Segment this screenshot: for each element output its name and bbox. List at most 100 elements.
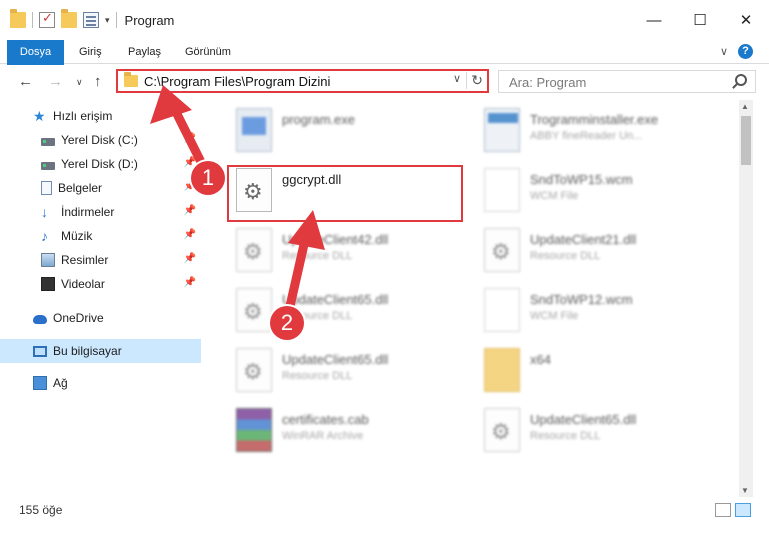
list-item[interactable]: x64 (476, 342, 716, 398)
maximize-button[interactable]: ☐ (677, 0, 723, 40)
status-bar: 155 öğe (0, 497, 769, 535)
sidebar-item-disk-c[interactable]: Yerel Disk (C:) 📌 (0, 128, 201, 152)
refresh-icon[interactable]: ↻ (466, 72, 483, 89)
sidebar-item-label: İndirmeler (61, 205, 115, 219)
toolbar-divider (115, 12, 117, 28)
quick-access-toolbar: ▾ (0, 0, 117, 40)
quick-access-star-icon: ★ (33, 108, 46, 124)
videos-icon (41, 277, 55, 291)
file-name: Trogramminstaller.exe (530, 112, 659, 127)
exe-icon (236, 108, 272, 152)
list-item[interactable]: UpdateClient65.dll Resource DLL (228, 342, 468, 398)
window-title: Program (124, 12, 175, 28)
back-arrow-icon[interactable]: ← (18, 73, 33, 90)
file-name: UpdateClient65.dll (282, 292, 389, 307)
list-item[interactable]: UpdateClient42.dll Resource DLL (228, 222, 468, 278)
list-item[interactable]: certificates.cab WinRAR Archive (228, 402, 468, 458)
title-bar: ▾ Program — ☐ ✕ (0, 0, 769, 40)
toolbar-divider (32, 12, 33, 28)
address-dropdown-icon[interactable]: ∨ (453, 72, 461, 85)
scroll-down-icon[interactable]: ▼ (741, 486, 749, 495)
sidebar-item-disk-d[interactable]: Yerel Disk (D:) 📌 (0, 152, 201, 176)
downloads-icon: ↓ (41, 204, 48, 220)
tab-share[interactable]: Paylaş (128, 40, 161, 64)
search-input[interactable]: Ara: Program (498, 70, 756, 93)
file-name: UpdateClient42.dll (282, 232, 389, 247)
sidebar-item-onedrive[interactable]: OneDrive (0, 306, 201, 330)
sidebar-item-quick-access[interactable]: ★ Hızlı erişim (0, 104, 201, 128)
list-item[interactable]: UpdateClient65.dll Resource DLL (476, 402, 716, 458)
file-type: Resource DLL (282, 370, 353, 382)
file-name: program.exe (282, 112, 355, 127)
expand-ribbon-icon[interactable]: ∨ (720, 45, 728, 58)
sidebar-item-downloads[interactable]: ↓ İndirmeler 📌 (0, 200, 201, 224)
generic-file-icon (484, 168, 520, 212)
scroll-up-icon[interactable]: ▲ (741, 102, 749, 111)
pictures-icon (41, 253, 55, 267)
scroll-thumb[interactable] (741, 116, 751, 165)
folder-icon[interactable] (10, 9, 26, 28)
disk-icon (41, 161, 55, 170)
file-name: UpdateClient65.dll (282, 352, 389, 367)
forward-arrow-icon[interactable]: → (48, 73, 63, 90)
sidebar-item-label: Hızlı erişim (53, 109, 113, 123)
search-icon[interactable] (735, 74, 747, 86)
up-arrow-icon[interactable]: ↑ (94, 73, 102, 90)
sidebar-item-label: Müzik (61, 229, 93, 243)
help-icon[interactable]: ? (738, 44, 753, 59)
list-item[interactable]: program.exe (228, 102, 468, 158)
file-name: certificates.cab (282, 412, 369, 427)
window-controls: — ☐ ✕ (631, 0, 769, 40)
view-toggle (715, 503, 751, 517)
list-item[interactable]: Trogramminstaller.exe ABBY fineReader Un… (476, 102, 716, 158)
file-type: Resource DLL (530, 430, 601, 442)
network-icon (33, 376, 47, 390)
navigation-pane: ★ Hızlı erişim Yerel Disk (C:) 📌 Yerel D… (0, 100, 205, 497)
file-list: program.exe Trogramminstaller.exe ABBY f… (206, 100, 738, 497)
customize-dropdown-icon[interactable]: ▾ (105, 15, 110, 26)
file-name: x64 (530, 352, 551, 367)
sidebar-item-videos[interactable]: Videolar 📌 (0, 272, 201, 296)
dll-icon (236, 288, 272, 332)
address-bar[interactable]: C:\Program Files\Program Dizini ∨ ↻ (116, 69, 489, 93)
sidebar-item-music[interactable]: ♪ Müzik 📌 (0, 224, 201, 248)
file-highlight-box (227, 165, 463, 222)
list-item[interactable]: SndToWP12.wcm WCM File (476, 282, 716, 338)
address-path[interactable]: C:\Program Files\Program Dizini (144, 74, 330, 89)
sidebar-item-pictures[interactable]: Resimler 📌 (0, 248, 201, 272)
file-name: UpdateClient21.dll (530, 232, 637, 247)
minimize-button[interactable]: — (631, 0, 677, 40)
search-placeholder: Ara: Program (509, 75, 587, 90)
folder-icon (124, 72, 138, 87)
pin-icon: 📌 (183, 277, 196, 288)
disk-icon (41, 137, 55, 146)
list-item[interactable]: UpdateClient21.dll Resource DLL (476, 222, 716, 278)
tab-view[interactable]: Görünüm (185, 40, 231, 64)
sidebar-item-this-pc[interactable]: Bu bilgisayar (0, 339, 201, 363)
recent-locations-icon[interactable]: ∨ (76, 77, 83, 88)
sidebar-item-label: Resimler (61, 253, 109, 267)
list-item[interactable]: UpdateClient65.dll Resource DLL (228, 282, 468, 338)
folder-icon (484, 348, 520, 392)
new-folder-icon[interactable] (61, 9, 77, 28)
generic-file-icon (484, 288, 520, 332)
sidebar-item-label: Videolar (61, 277, 105, 291)
sidebar-item-label: OneDrive (53, 311, 104, 325)
pin-icon: 📌 (183, 205, 196, 216)
navigation-bar: ← → ∨ ↑ C:\Program Files\Program Dizini … (0, 65, 769, 99)
details-view-icon[interactable] (715, 503, 731, 517)
file-type: Resource DLL (530, 250, 601, 262)
large-icons-view-icon[interactable] (735, 503, 751, 517)
dll-icon (484, 408, 520, 452)
vertical-scrollbar[interactable]: ▲ ▼ (739, 100, 753, 497)
dll-icon (236, 228, 272, 272)
ribbon-tabs: Dosya Giriş Paylaş Görünüm ∨ ? (0, 40, 769, 96)
tab-home[interactable]: Giriş (79, 40, 102, 64)
properties-icon[interactable] (83, 12, 99, 28)
close-button[interactable]: ✕ (723, 0, 769, 40)
archive-icon (236, 408, 272, 452)
sidebar-item-documents[interactable]: Belgeler 📌 (0, 176, 201, 200)
properties-check-icon[interactable] (39, 10, 55, 28)
sidebar-item-network[interactable]: Ağ (0, 371, 201, 395)
list-item[interactable]: SndToWP15.wcm WCM File (476, 162, 716, 218)
